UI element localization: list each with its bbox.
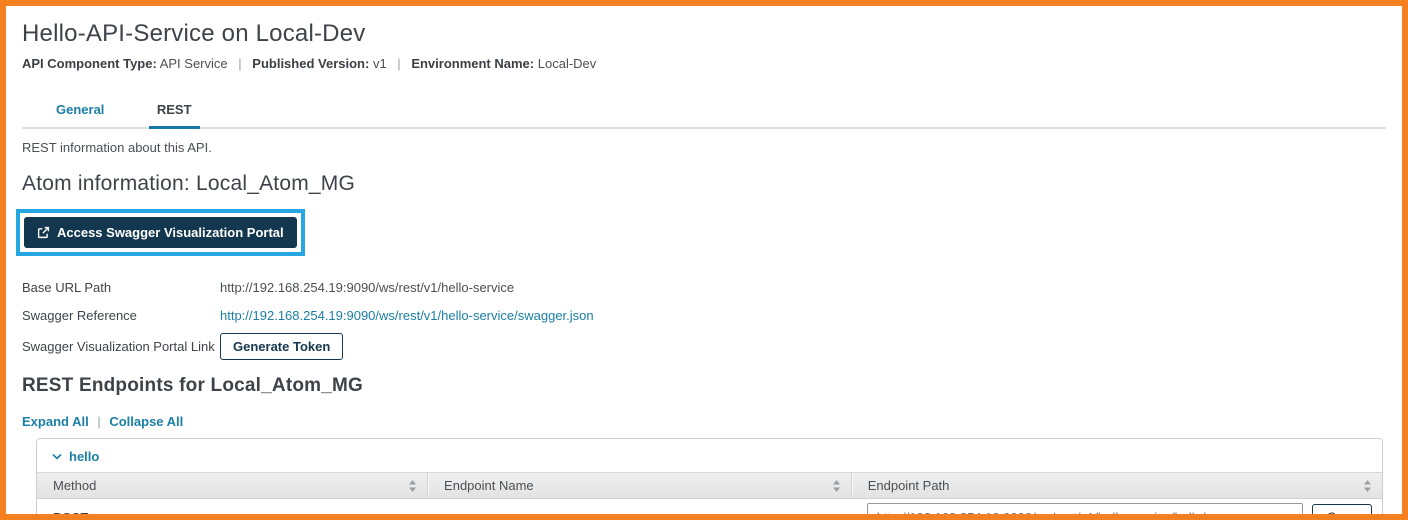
meta-separator: | xyxy=(238,56,242,71)
meta-published-version-label: Published Version: xyxy=(252,56,370,71)
access-swagger-portal-button[interactable]: Access Swagger Visualization Portal xyxy=(24,217,297,248)
meta-separator: | xyxy=(397,56,401,71)
column-header-endpoint-name[interactable]: Endpoint Name xyxy=(427,473,851,498)
meta-published-version-value: v1 xyxy=(372,56,387,71)
base-url-path-label: Base URL Path xyxy=(22,279,112,295)
endpoints-panel: hello Method Endpoint Name Endpoint Path… xyxy=(36,438,1383,520)
external-link-icon xyxy=(37,226,50,239)
api-meta-line: API Component Type: API Service | Publis… xyxy=(22,56,1386,71)
page-title: Hello-API-Service on Local-Dev xyxy=(22,20,366,47)
collapse-all-link[interactable]: Collapse All xyxy=(109,414,183,429)
endpoint-group-name: hello xyxy=(69,449,100,464)
annotation-highlight-box: Access Swagger Visualization Portal xyxy=(16,209,305,256)
endpoints-table-header: Method Endpoint Name Endpoint Path xyxy=(37,472,1382,499)
endpoint-group-header[interactable]: hello xyxy=(37,439,1382,472)
swagger-portal-link-label: Swagger Visualization Portal Link xyxy=(22,338,215,354)
meta-component-type-value: API Service xyxy=(159,56,228,71)
tab-general[interactable]: General xyxy=(48,98,112,126)
atom-fields: Base URL Path http://192.168.254.19:9090… xyxy=(22,273,1386,360)
atom-information-heading: Atom information: Local_Atom_MG xyxy=(22,172,356,195)
tab-bar: General REST xyxy=(22,98,1386,129)
column-header-method[interactable]: Method xyxy=(37,473,427,498)
field-row-portal-link: Swagger Visualization Portal Link Genera… xyxy=(22,332,1386,360)
rest-endpoints-heading: REST Endpoints for Local_Atom_MG xyxy=(22,375,364,396)
base-url-path-value: http://192.168.254.19:9090/ws/rest/v1/he… xyxy=(220,279,515,295)
field-row-swagger-reference: Swagger Reference http://192.168.254.19:… xyxy=(22,301,1386,329)
copy-button[interactable]: Copy xyxy=(1312,503,1372,514)
generate-token-button[interactable]: Generate Token xyxy=(220,332,344,360)
tab-rest[interactable]: REST xyxy=(148,98,200,129)
column-header-endpoint-path[interactable]: Endpoint Path xyxy=(850,473,1382,498)
endpoint-path-cell: Copy xyxy=(851,503,1382,514)
field-row-base-url: Base URL Path http://192.168.254.19:9090… xyxy=(22,273,1386,301)
swagger-reference-label: Swagger Reference xyxy=(22,307,137,323)
endpoint-path-input[interactable] xyxy=(866,503,1304,514)
meta-environment-name-value: Local-Dev xyxy=(537,56,597,71)
endpoint-name: — xyxy=(443,509,457,520)
annotation-frame: Hello-API-Service on Local-Dev API Compo… xyxy=(0,0,1408,520)
sort-icon[interactable] xyxy=(832,479,841,492)
endpoint-table-row: POST — Copy xyxy=(37,499,1382,520)
expand-all-link[interactable]: Expand All xyxy=(22,414,89,429)
expand-collapse-separator: | xyxy=(97,414,101,429)
expand-collapse-controls: Expand All | Collapse All xyxy=(22,414,1386,429)
sort-icon[interactable] xyxy=(408,479,417,492)
access-swagger-portal-label: Access Swagger Visualization Portal xyxy=(57,225,284,240)
rest-description: REST information about this API. xyxy=(22,140,212,155)
chevron-down-icon xyxy=(52,453,62,460)
page-content: Hello-API-Service on Local-Dev API Compo… xyxy=(6,6,1402,520)
endpoint-method: POST xyxy=(53,509,89,520)
sort-icon[interactable] xyxy=(1363,479,1372,492)
swagger-reference-link[interactable]: http://192.168.254.19:9090/ws/rest/v1/he… xyxy=(220,308,594,323)
meta-component-type-label: API Component Type: xyxy=(22,56,157,71)
meta-environment-name-label: Environment Name: xyxy=(411,56,535,71)
